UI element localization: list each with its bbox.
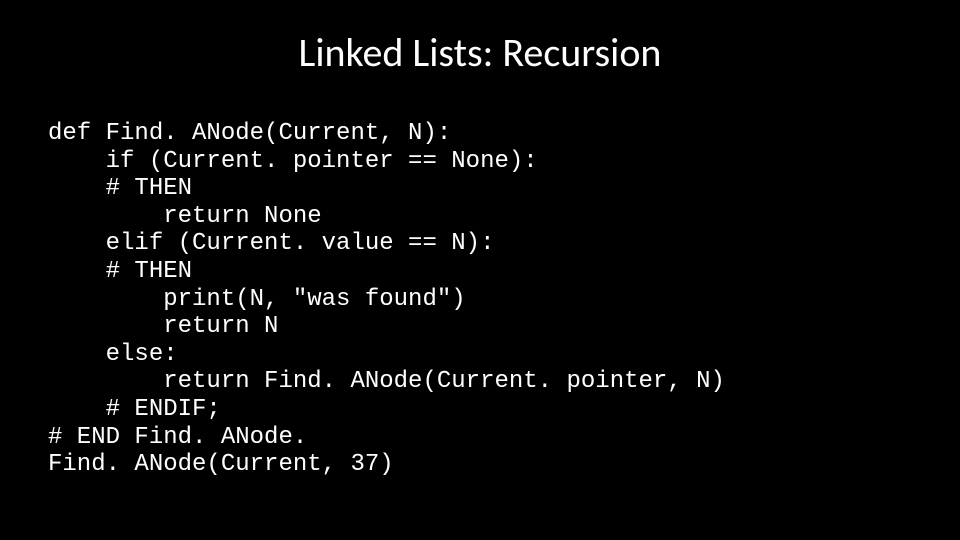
code-block: def Find. ANode(Current, N): if (Current… [48,120,725,479]
slide-title: Linked Lists: Recursion [0,0,960,77]
slide: Linked Lists: Recursion def Find. ANode(… [0,0,960,540]
